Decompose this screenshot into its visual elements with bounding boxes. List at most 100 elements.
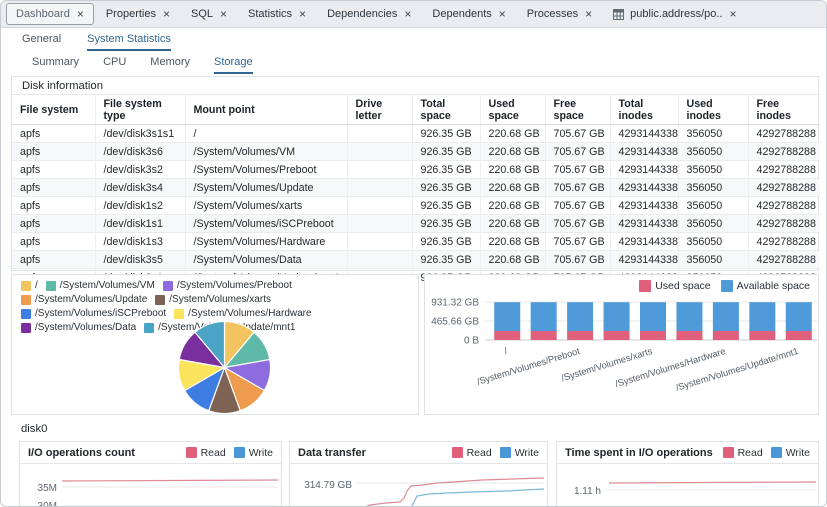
bar-used-space	[567, 331, 593, 340]
legend-item-system-volumes-preboot: /System/Volumes/Preboot	[163, 280, 292, 291]
table-cell	[347, 161, 412, 179]
table-cell: 356050	[678, 161, 748, 179]
table-cell: 705.67 GB	[545, 251, 610, 269]
table-cell	[347, 251, 412, 269]
legend-label: Write	[786, 447, 810, 459]
table-row: apfs/dev/disk3s2/System/Volumes/Preboot9…	[12, 161, 820, 179]
chart-legend: ReadWrite	[452, 447, 539, 459]
table-cell: /dev/disk3s1s1	[95, 125, 185, 143]
tab-system-statistics[interactable]: System Statistics	[87, 33, 171, 51]
pgadmin-dashboard-window: Dashboard×Properties×SQL×Statistics×Depe…	[0, 0, 827, 507]
column-header-file-system[interactable]: File system	[12, 95, 95, 125]
table-cell: 4292788288	[748, 233, 820, 251]
table-cell: 356050	[678, 215, 748, 233]
series-line-read	[62, 480, 278, 481]
y-axis-tick-label: 465.66 GB	[431, 317, 479, 328]
legend-swatch	[500, 447, 511, 458]
table-cell: /System/Volumes/xarts	[185, 197, 347, 215]
tab-general[interactable]: General	[22, 33, 61, 51]
column-header-drive-letter[interactable]: Drive letter	[347, 95, 412, 125]
table-cell: /System/Volumes/Update	[185, 179, 347, 197]
tab-label: Dependencies	[327, 8, 397, 20]
disk-usage-pie-chart	[177, 320, 272, 415]
close-tab-icon[interactable]: ×	[77, 9, 84, 19]
table-cell: 4292788288	[748, 251, 820, 269]
table-cell: 220.68 GB	[480, 161, 545, 179]
legend-swatch	[234, 447, 245, 458]
legend-swatch	[155, 295, 165, 305]
tab-sql[interactable]: SQL ×	[182, 4, 236, 24]
close-tab-icon[interactable]: ×	[299, 9, 306, 19]
tab-statistics[interactable]: Statistics×	[239, 4, 315, 24]
y-axis-tick-label: 1.11 h	[574, 486, 601, 497]
close-tab-icon[interactable]: ×	[499, 9, 506, 19]
bar-available-space	[713, 302, 739, 331]
table-row: apfs/dev/disk1s3/System/Volumes/Hardware…	[12, 233, 820, 251]
table-cell: 356050	[678, 143, 748, 161]
table-row: apfs/dev/disk3s4/System/Volumes/Update92…	[12, 179, 820, 197]
table-cell: 926.35 GB	[412, 179, 480, 197]
close-tab-icon[interactable]: ×	[163, 9, 170, 19]
column-header-free-space[interactable]: Free space	[545, 95, 610, 125]
legend-label: Write	[249, 447, 273, 459]
chart-title: Time spent in I/O operations	[565, 447, 713, 459]
table-cell: 705.67 GB	[545, 161, 610, 179]
tab-label: SQL	[191, 8, 213, 20]
tab-dependencies[interactable]: Dependencies ×	[318, 4, 420, 24]
table-cell: 4293144338	[610, 233, 678, 251]
table-cell: 4293144338	[610, 161, 678, 179]
table-cell: 4292788288	[748, 197, 820, 215]
i-o-operations-count-chart: 35M30M	[20, 464, 281, 507]
table-cell: /dev/disk1s3	[95, 233, 185, 251]
table-cell	[347, 197, 412, 215]
i-o-operations-count-panel: I/O operations countReadWrite35M30M	[19, 441, 282, 507]
column-header-mount-point[interactable]: Mount point	[185, 95, 347, 125]
table-cell: 4292788288	[748, 143, 820, 161]
table-cell: 4293144338	[610, 215, 678, 233]
tab-properties[interactable]: Properties×	[97, 4, 179, 24]
column-header-free-inodes[interactable]: Free inodes	[748, 95, 820, 125]
column-header-file-system-type[interactable]: File system type	[95, 95, 185, 125]
disk-usage-pie-panel: //System/Volumes/VM/System/Volumes/Prebo…	[11, 274, 419, 415]
disk-information-table: File systemFile system typeMount pointDr…	[12, 94, 820, 286]
tab-dependents[interactable]: Dependents×	[423, 4, 514, 24]
table-row: apfs/dev/disk3s5/System/Volumes/Data926.…	[12, 251, 820, 269]
table-row: apfs/dev/disk1s2/System/Volumes/xarts926…	[12, 197, 820, 215]
table-grid-icon	[613, 9, 624, 20]
system-statistics-tab-bar: Summary CPU Memory Storage	[1, 51, 826, 74]
legend-label: /System/Volumes/VM	[60, 280, 155, 291]
tab-processes[interactable]: Processes×	[518, 4, 601, 24]
bar-used-space	[676, 331, 702, 340]
table-cell: 705.67 GB	[545, 233, 610, 251]
disk-space-bar-chart: 931.32 GB465.66 GB0 B	[425, 275, 820, 416]
legend-item-read: Read	[723, 447, 763, 459]
disk-information-panel: Disk information File systemFile system …	[11, 76, 819, 271]
table-cell: 4293144338	[610, 197, 678, 215]
chart-panel-header: I/O operations countReadWrite	[20, 442, 281, 464]
legend-swatch	[21, 295, 31, 305]
tab-public-address-po[interactable]: public.address/po..×	[604, 4, 745, 24]
y-axis-tick-label: 931.32 GB	[431, 298, 479, 309]
column-header-used-space[interactable]: Used space	[480, 95, 545, 125]
tab-dashboard[interactable]: Dashboard×	[6, 3, 94, 25]
table-cell: apfs	[12, 125, 95, 143]
tab-memory[interactable]: Memory	[150, 56, 190, 74]
close-tab-icon[interactable]: ×	[585, 9, 592, 19]
tab-summary[interactable]: Summary	[32, 56, 79, 74]
close-tab-icon[interactable]: ×	[220, 9, 227, 19]
column-header-total-inodes[interactable]: Total inodes	[610, 95, 678, 125]
tab-cpu[interactable]: CPU	[103, 56, 126, 74]
table-cell: 4292788288	[748, 179, 820, 197]
table-cell: 356050	[678, 179, 748, 197]
table-cell: 705.67 GB	[545, 179, 610, 197]
bar-available-space	[786, 302, 812, 331]
column-header-total-space[interactable]: Total space	[412, 95, 480, 125]
bar-available-space	[604, 302, 630, 331]
close-tab-icon[interactable]: ×	[729, 9, 736, 19]
column-header-used-inodes[interactable]: Used inodes	[678, 95, 748, 125]
close-tab-icon[interactable]: ×	[404, 9, 411, 19]
tab-storage[interactable]: Storage	[214, 56, 253, 74]
table-cell: 926.35 GB	[412, 215, 480, 233]
disk-information-title: Disk information	[12, 77, 818, 94]
table-cell: /System/Volumes/Data	[185, 251, 347, 269]
